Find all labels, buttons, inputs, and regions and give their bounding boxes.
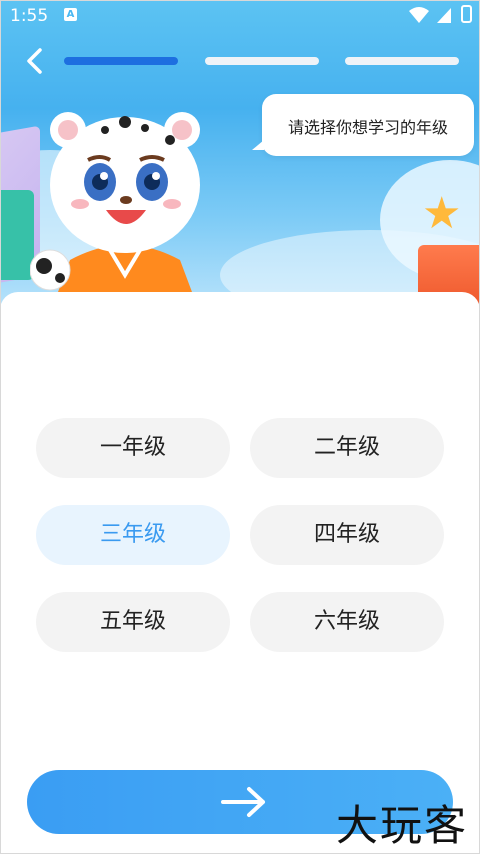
notification-icon: A [64, 8, 77, 21]
signal-icon [437, 8, 451, 23]
grade-option-3-selected[interactable]: 三年级 [36, 505, 230, 565]
progress-step-1-active [64, 57, 178, 65]
grade-option-5[interactable]: 五年级 [36, 592, 230, 652]
arrow-right-icon [221, 787, 265, 817]
mascot-illustration [29, 100, 220, 310]
status-bar: 1:55 A [0, 0, 480, 32]
speech-bubble: 请选择你想学习的年级 [252, 94, 474, 156]
grade-option-4[interactable]: 四年级 [250, 505, 444, 565]
grade-option-2[interactable]: 二年级 [250, 418, 444, 478]
grade-option-1[interactable]: 一年级 [36, 418, 230, 478]
grade-prompt-text: 请选择你想学习的年级 [287, 118, 448, 137]
back-arrow-icon[interactable] [22, 44, 48, 78]
battery-icon [461, 5, 472, 23]
watermark-text: 大玩客 [335, 801, 468, 850]
progress-step-3 [345, 57, 459, 65]
status-time: 1:55 [10, 6, 49, 26]
star-icon: ★ [422, 188, 462, 239]
wifi-icon [409, 7, 429, 23]
progress-step-2 [205, 57, 319, 65]
block-decoration [0, 190, 34, 280]
grade-option-6[interactable]: 六年级 [250, 592, 444, 652]
